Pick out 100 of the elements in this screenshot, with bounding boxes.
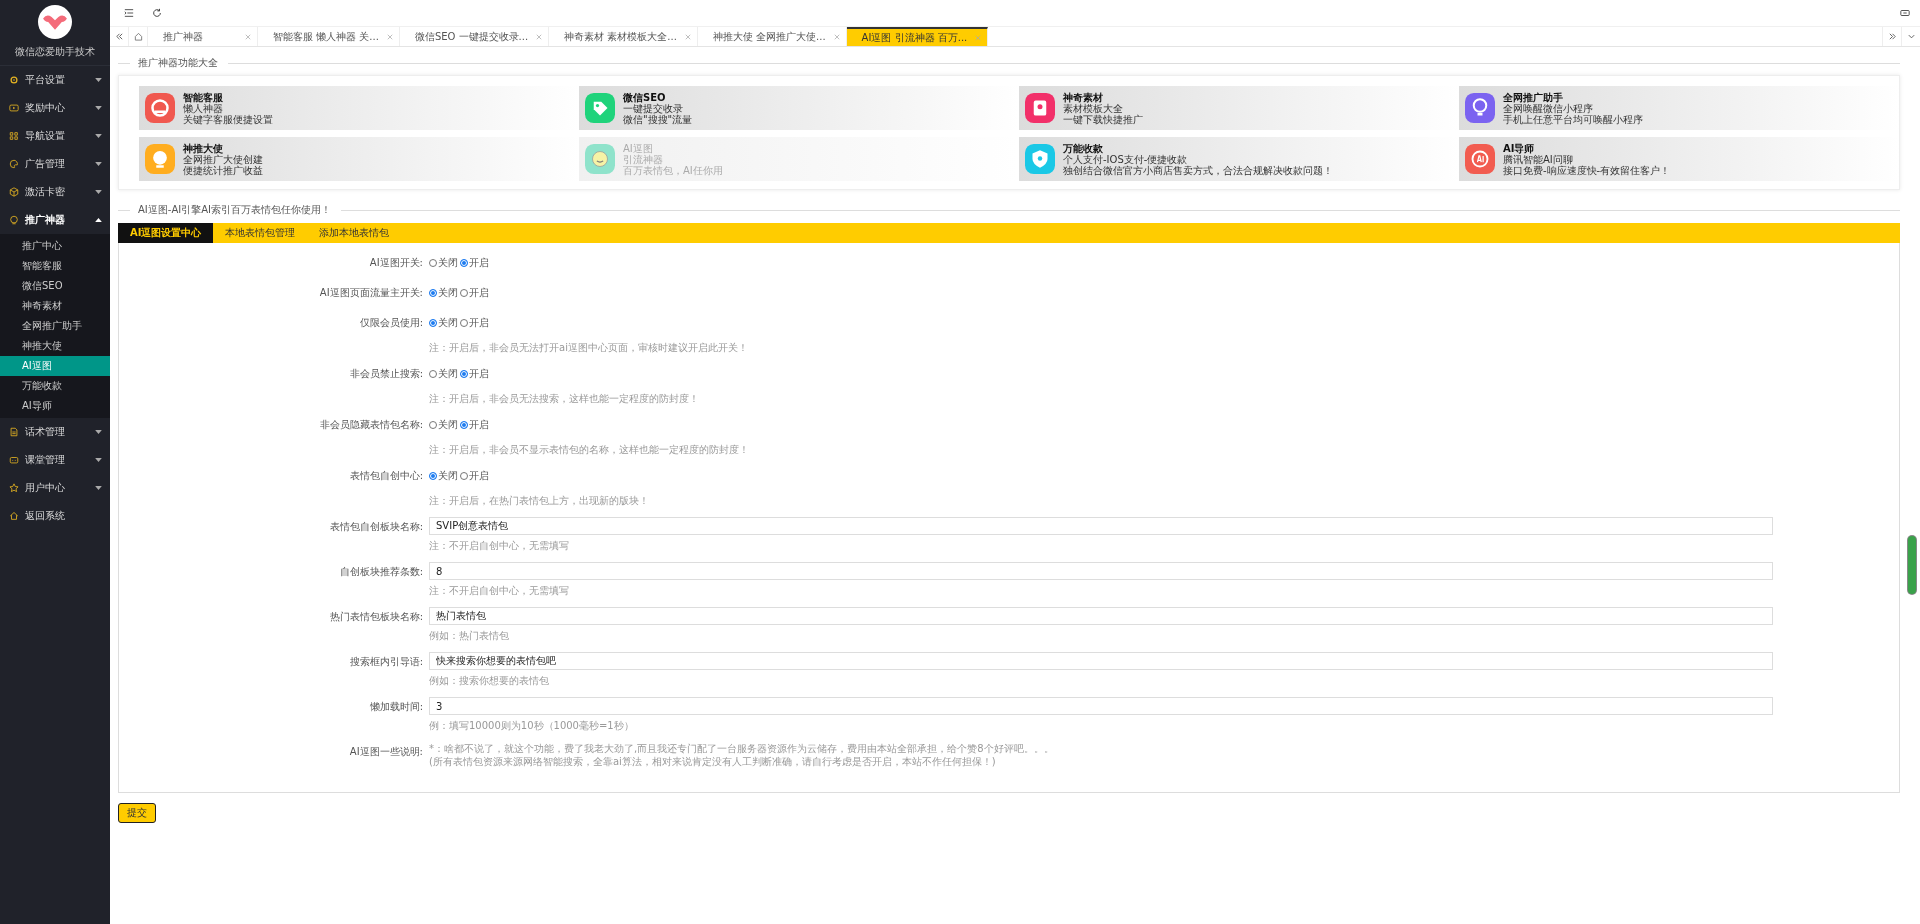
submenu-item[interactable]: 全网推广助手	[0, 316, 110, 336]
feature-card[interactable]: 全网推广助手 全网唤醒微信小程序 手机上任意平台均可唤醒小程序	[1459, 86, 1899, 130]
submenu-item[interactable]: 神奇素材	[0, 296, 110, 316]
scrollbar-thumb[interactable]	[1908, 536, 1916, 594]
submenu-item[interactable]: 神推大使	[0, 336, 110, 356]
input-field[interactable]: 3	[429, 697, 1773, 715]
menu-group[interactable]: 广告管理	[0, 150, 110, 178]
submenu-item[interactable]: 智能客服	[0, 256, 110, 276]
page-tab[interactable]: AI逗图 引流神器 百万...	[846, 27, 989, 46]
field-label: AI逗图开关:	[368, 256, 424, 270]
menu-group[interactable]: 话术管理	[0, 418, 110, 446]
field-label: 非会员禁止搜索:	[348, 367, 424, 381]
description-text: (所有表情包资源来源网络智能搜索，全靠ai算法，相对来说肯定没有人工判断准确，请自行考虑是否开启，本站不作任何担保！)	[429, 755, 997, 768]
feature-card[interactable]: AI导师 腾讯智能AI问聊 接口免费-响应速度快-有效留住客户！	[1459, 137, 1899, 181]
logo-caption: 微信恋爱助手技术	[15, 45, 95, 59]
settings-tab[interactable]: 本地表情包管理	[213, 223, 308, 243]
input-field[interactable]: 热门表情包	[429, 607, 1773, 625]
close-icon[interactable]	[833, 33, 840, 40]
card-subtitle: 腾讯智能AI问聊	[1503, 153, 1573, 165]
card-subtitle: 懒人神器	[183, 102, 223, 114]
radio-option[interactable]: 关闭	[429, 256, 458, 270]
settings-tab[interactable]: AI逗图设置中心	[118, 223, 214, 243]
input-field[interactable]: 快来搜索你想要的表情包吧	[429, 652, 1773, 670]
menu-group[interactable]: 激活卡密	[0, 178, 110, 206]
play-icon	[9, 103, 19, 113]
field-label: AI逗图页面流量主开关:	[318, 286, 424, 300]
submenu-item[interactable]: 万能收款	[0, 376, 110, 396]
submenu-item[interactable]: 推广中心	[0, 236, 110, 256]
field-label: 表情包自创板块名称:	[328, 520, 424, 534]
submenu-item[interactable]: AI逗图	[0, 356, 110, 376]
refresh-icon[interactable]	[152, 8, 162, 18]
chevron-down-icon[interactable]	[1906, 32, 1916, 41]
section-title: 推广神器功能大全	[138, 56, 218, 70]
radio-option[interactable]: 关闭	[429, 286, 458, 300]
radio-option[interactable]: 开启	[460, 367, 489, 381]
field-label: 非会员隐藏表情包名称:	[318, 418, 424, 432]
card-title: AI导师	[1503, 142, 1536, 154]
home-icon[interactable]	[133, 32, 143, 41]
close-icon[interactable]	[536, 33, 543, 40]
radio-option[interactable]: 关闭	[429, 367, 458, 381]
radio-option[interactable]: 关闭	[429, 469, 458, 483]
menu-group[interactable]: 奖励中心	[0, 94, 110, 122]
menu-group[interactable]: 导航设置	[0, 122, 110, 150]
card-title: AI逗图	[623, 142, 653, 154]
menu-group[interactable]: 平台设置	[0, 66, 110, 94]
radio-option[interactable]: 关闭	[429, 316, 458, 330]
field-label: 自创板块推荐条数:	[338, 565, 424, 579]
card-title: 全网推广助手	[1503, 91, 1563, 103]
menu-group[interactable]: 返回系统	[0, 502, 110, 530]
card-description: 独创结合微信官方小商店售卖方式，合法合规解决收款问题！	[1063, 164, 1333, 176]
card-description: 百万表情包，AI任你用	[623, 164, 723, 176]
hint-text: 例如：搜索你想要的表情包	[429, 674, 550, 687]
double-chevron-right-icon[interactable]	[1887, 32, 1897, 41]
radio-option[interactable]: 开启	[460, 256, 489, 270]
close-icon[interactable]	[684, 33, 691, 40]
close-icon[interactable]	[245, 33, 251, 40]
palette-icon	[9, 159, 19, 169]
menu-group[interactable]: 用户中心	[0, 474, 110, 502]
grid-icon	[9, 131, 19, 141]
card-description: 手机上任意平台均可唤醒小程序	[1503, 113, 1643, 125]
page-tab[interactable]: 神推大使 全网推广大使...	[697, 27, 847, 46]
card-description: 接口免费-响应速度快-有效留住客户！	[1503, 164, 1671, 176]
hint-text: 例：填写10000则为10秒（1000毫秒=1秒）	[429, 719, 635, 732]
page-tab[interactable]: 推广神器	[148, 27, 258, 46]
field-label: 热门表情包板块名称:	[328, 610, 424, 624]
hint-text: 例如：热门表情包	[429, 629, 510, 642]
double-chevron-left-icon[interactable]	[114, 32, 124, 41]
page-tab[interactable]: 微信SEO 一键提交收录...	[399, 27, 550, 46]
card-description: 便捷统计推广收益	[183, 164, 263, 176]
home-icon	[9, 511, 19, 521]
menu-icon[interactable]	[124, 8, 134, 18]
hint-text: 注：开启后，非会员不显示表情包的名称，这样也能一定程度的防封度！	[429, 443, 750, 456]
page-tab[interactable]: 神奇素材 素材模板大全...	[549, 27, 698, 46]
star-icon	[9, 483, 19, 493]
menu-group[interactable]: 推广神器	[0, 206, 110, 234]
hint-text: 注：开启后，非会员无法打开ai逗图中心页面，审核时建议开启此开关！	[429, 341, 749, 354]
radio-option[interactable]: 开启	[460, 469, 489, 483]
card-description: 关键字客服便捷设置	[183, 113, 273, 125]
input-field[interactable]: 8	[429, 562, 1773, 580]
card-subtitle: 全网唤醒微信小程序	[1503, 102, 1593, 114]
radio-option[interactable]: 开启	[460, 316, 489, 330]
field-label: 表情包自创中心:	[348, 469, 424, 483]
field-label: 仅限会员使用:	[358, 316, 424, 330]
section-title: AI逗图-AI引擎AI索引百万表情包任你使用！	[138, 203, 331, 217]
card-subtitle: 素材模板大全	[1063, 102, 1124, 114]
submenu-item[interactable]: 微信SEO	[0, 276, 110, 296]
close-icon[interactable]	[386, 33, 393, 40]
card-title: 智能客服	[183, 91, 224, 103]
radio-option[interactable]: 开启	[460, 418, 489, 432]
submenu-item[interactable]: AI导师	[0, 396, 110, 416]
radio-option[interactable]: 关闭	[429, 418, 458, 432]
page-tab[interactable]: 智能客服 懒人神器 关...	[258, 27, 400, 46]
settings-tab[interactable]: 添加本地表情包	[307, 223, 402, 243]
card-subtitle: 引流神器	[623, 153, 663, 165]
cube-icon	[9, 187, 19, 197]
card-title: 万能收款	[1063, 142, 1103, 154]
menu-group[interactable]: 课堂管理	[0, 446, 110, 474]
input-field[interactable]: SVIP创意表情包	[429, 517, 1773, 535]
radio-option[interactable]: 开启	[460, 286, 489, 300]
submit-button[interactable]: 提交	[118, 803, 156, 823]
